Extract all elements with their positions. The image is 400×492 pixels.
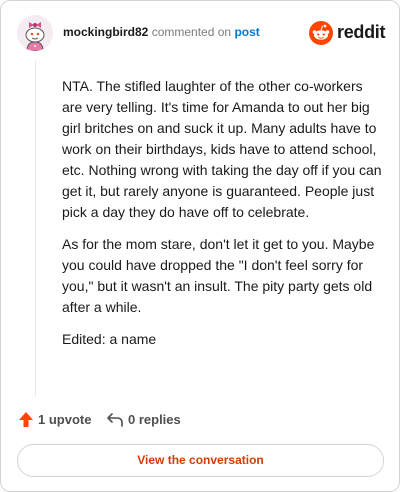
logo-wordmark: reddit (337, 22, 386, 42)
comment-paragraph: Edited: a name (62, 331, 157, 347)
comment-paragraph: NTA. The stifled laughter of the other c… (62, 78, 382, 220)
upvote-count: 1 upvote (38, 412, 92, 427)
comment-body: NTA. The stifled laughter of the other c… (62, 76, 386, 361)
reply-arrow-icon (107, 413, 123, 427)
comment-embed-card: mockingbird82 commented on post reddit N… (0, 0, 400, 492)
reddit-snoo-icon (309, 21, 333, 45)
upvote-arrow-icon (19, 412, 33, 427)
comment-paragraph: As for the mom stare, don't let it get t… (62, 236, 375, 315)
replies-count: 0 replies (128, 412, 181, 427)
user-avatar[interactable] (17, 15, 53, 51)
action-text: commented on (151, 25, 232, 39)
username-link[interactable]: mockingbird82 (63, 25, 148, 39)
comment-meta: mockingbird82 commented on post (63, 25, 260, 39)
view-conversation-button[interactable]: View the conversation (17, 444, 384, 477)
reddit-logo[interactable]: reddit (309, 20, 386, 46)
post-link[interactable]: post (234, 25, 259, 39)
thread-line (35, 61, 36, 396)
comment-header: mockingbird82 commented on post reddit (17, 15, 386, 55)
